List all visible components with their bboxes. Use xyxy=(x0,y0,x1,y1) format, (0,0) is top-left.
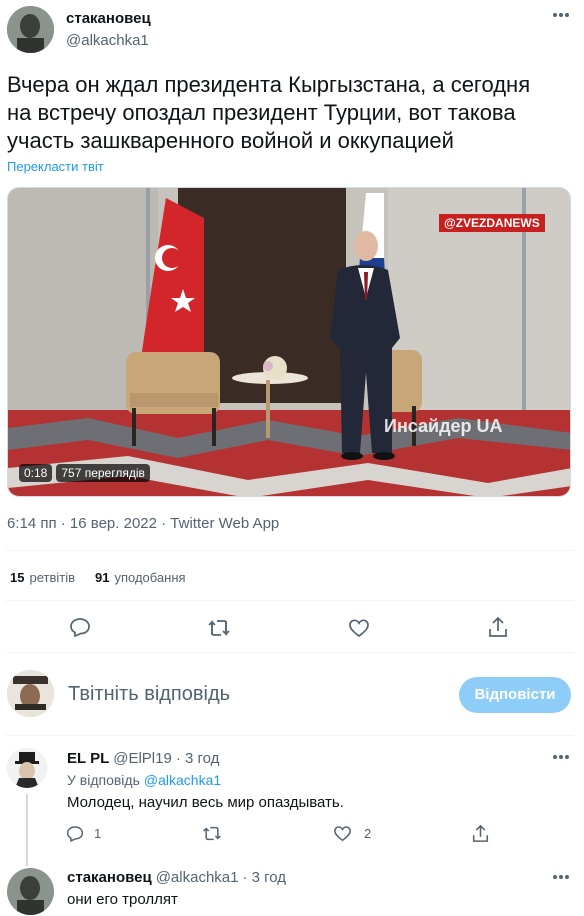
retweet-icon[interactable] xyxy=(202,825,222,842)
share-icon[interactable] xyxy=(472,824,489,843)
reply-author-name[interactable]: стакановец xyxy=(67,869,152,886)
like-icon[interactable] xyxy=(348,618,370,638)
replying-to: У відповідь @alkachka1 xyxy=(67,772,221,788)
reply-header: стакановец @alkachka1 · 3 год xyxy=(67,869,286,886)
likes-stat[interactable]: 91 уподобання xyxy=(95,570,186,585)
likes-label: уподобання xyxy=(114,570,186,585)
tweet-video[interactable]: @ZVEZDANEWS Инсайдер UA 0:18 757 перегля… xyxy=(7,187,571,497)
author-handle[interactable]: @alkachka1 xyxy=(66,32,149,49)
retweets-count: 15 xyxy=(10,570,25,585)
reply-author-avatar[interactable] xyxy=(7,868,54,915)
reply-action-like[interactable]: 2 xyxy=(333,825,371,842)
tweet-text-line: на встречу опоздал президент Турции, вот… xyxy=(7,100,516,125)
reply-text: Молодец, научил весь мир опаздывать. xyxy=(67,794,344,811)
replying-to-handle[interactable]: @alkachka1 xyxy=(144,772,221,788)
reply-replies-count: 1 xyxy=(94,826,102,841)
reply-likes-count: 2 xyxy=(364,826,372,841)
reply-author-handle[interactable]: @alkachka1 xyxy=(156,869,239,886)
author-name[interactable]: стакановец xyxy=(66,10,151,27)
reply-text: они его троллят xyxy=(67,891,178,908)
reply-time[interactable]: · 3 год xyxy=(242,869,286,886)
reply-header: EL PL @ElPl19 · 3 год xyxy=(67,750,219,767)
reply-author-handle[interactable]: @ElPl19 xyxy=(113,750,172,767)
video-watermark-bottom: Инсайдер UA xyxy=(384,416,503,436)
tweet-text-line: участь зашкваренного войной и оккупацией xyxy=(7,128,454,153)
retweet-icon[interactable] xyxy=(207,618,231,638)
reply-author-avatar[interactable] xyxy=(7,748,47,788)
video-info: 0:18 757 переглядів xyxy=(19,464,150,482)
divider xyxy=(6,550,574,551)
replying-to-prefix: У відповідь xyxy=(67,772,140,788)
more-options-icon[interactable] xyxy=(552,874,570,880)
thread-line xyxy=(26,794,28,866)
reply-action-reply[interactable]: 1 xyxy=(66,825,101,842)
reply-input[interactable]: Твітніть відповідь xyxy=(68,683,438,709)
tweet-text-line: Вчера он ждал президента Кыргызстана, а … xyxy=(7,72,531,97)
divider xyxy=(6,735,574,736)
divider xyxy=(6,652,574,653)
retweets-stat[interactable]: 15 ретвітів xyxy=(10,570,75,585)
current-user-avatar[interactable] xyxy=(7,670,54,717)
share-icon[interactable] xyxy=(488,616,508,638)
video-frame xyxy=(8,188,570,496)
more-options-icon[interactable] xyxy=(552,754,570,760)
reply-button[interactable]: Відповісти xyxy=(459,677,571,713)
divider xyxy=(6,600,574,601)
reply-author-name[interactable]: EL PL xyxy=(67,750,109,767)
like-icon xyxy=(333,825,352,842)
tweet-meta[interactable]: 6:14 пп · 16 вер. 2022 · Twitter Web App xyxy=(7,515,279,532)
reply-time[interactable]: · 3 год xyxy=(176,750,220,767)
tweet-text: Вчера он ждал президента Кыргызстана, а … xyxy=(7,71,530,155)
video-watermark-top: @ZVEZDANEWS xyxy=(439,214,545,232)
likes-count: 91 xyxy=(95,570,110,585)
retweets-label: ретвітів xyxy=(29,570,75,585)
reply-icon[interactable] xyxy=(69,617,91,637)
more-options-icon[interactable] xyxy=(552,12,570,18)
reply-icon xyxy=(66,825,84,842)
video-views: 757 переглядів xyxy=(56,464,150,482)
author-avatar[interactable] xyxy=(7,6,54,53)
video-duration: 0:18 xyxy=(19,464,53,482)
translate-link[interactable]: Перекласти твіт xyxy=(7,159,104,174)
